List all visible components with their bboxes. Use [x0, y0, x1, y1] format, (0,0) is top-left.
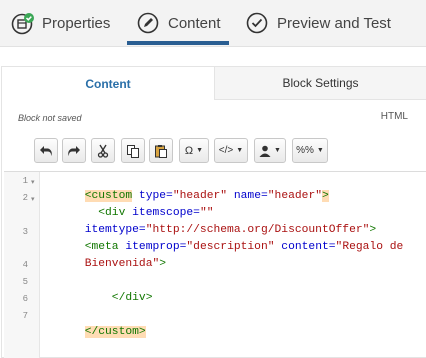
personalize-dropdown[interactable]: ▼ — [254, 138, 286, 163]
line-number: 4 — [22, 260, 28, 270]
code-token: </div> — [84, 292, 153, 304]
line-number: 1 — [22, 176, 28, 186]
code-line-7: </custom> — [44, 310, 146, 338]
fold-arrow-icon[interactable]: ▾ — [31, 195, 35, 204]
caret-down-icon: ▼ — [236, 147, 244, 154]
step-content-label: Content — [168, 14, 221, 32]
code-token: > — [159, 258, 167, 270]
properties-check-icon — [11, 12, 34, 35]
line-number: 7 — [22, 311, 28, 321]
omega-icon: Ω — [184, 144, 194, 157]
caret-down-icon: ▼ — [274, 147, 281, 154]
code-token: "description" — [186, 241, 275, 253]
variables-dropdown[interactable]: %% ▼ — [292, 138, 328, 163]
copy-button[interactable] — [121, 138, 145, 163]
tab-block-settings[interactable]: Block Settings — [214, 67, 426, 100]
check-circle-icon — [246, 12, 268, 34]
person-icon — [259, 145, 271, 157]
code-token: Bienvenida" — [84, 258, 160, 270]
cut-icon — [97, 144, 109, 158]
fold-arrow-icon[interactable]: ▾ — [31, 178, 35, 187]
code-line-5: </div> — [44, 276, 153, 304]
redo-icon — [68, 145, 80, 156]
subtabs: Content Block Settings — [2, 67, 426, 100]
redo-button[interactable] — [62, 138, 86, 163]
caret-down-icon: ▼ — [196, 147, 204, 154]
undo-icon — [40, 145, 52, 156]
special-characters-dropdown[interactable]: Ω ▼ — [179, 138, 209, 163]
line-number: 2 — [22, 193, 28, 203]
code-line-2-wrap: itemtype="http://schema.org/DiscountOffe… — [44, 208, 377, 236]
editor-mode-label: HTML — [380, 111, 408, 122]
code-token: content= — [274, 241, 336, 253]
code-token: name= — [227, 190, 268, 202]
pencil-icon — [137, 12, 159, 34]
percent-icon: %% — [296, 145, 314, 156]
code-token: "header" — [267, 190, 322, 202]
step-content[interactable]: Content — [137, 0, 221, 46]
code-line-2: <div itemscope="" — [44, 191, 213, 219]
code-line-1: <custom type="header" name="header"> — [44, 174, 329, 202]
undo-button[interactable] — [34, 138, 58, 163]
step-preview-and-test[interactable]: Preview and Test — [246, 0, 391, 46]
line-number: 5 — [22, 277, 28, 287]
code-line-3: <meta itemprop="description" content="Re… — [44, 225, 404, 253]
tab-content[interactable]: Content — [2, 67, 214, 100]
code-token: > — [322, 190, 329, 202]
line-number: 3 — [22, 227, 28, 237]
active-step-indicator — [127, 41, 229, 45]
code-line-3-wrap: Bienvenida"> — [44, 242, 166, 270]
code-token: "Regalo de — [335, 241, 404, 253]
paste-button[interactable] — [149, 138, 173, 163]
paste-icon — [155, 144, 167, 158]
step-preview-label: Preview and Test — [277, 14, 391, 32]
cut-button[interactable] — [91, 138, 115, 163]
line-number-gutter: 1 ▾ 2 ▾ 3 4 5 6 7 — [4, 172, 40, 358]
code-editor[interactable]: 1 ▾ 2 ▾ 3 4 5 6 7 <custom type="header" … — [4, 171, 426, 358]
line-number: 6 — [22, 294, 28, 304]
code-icon: </> — [218, 145, 234, 156]
copy-icon — [127, 144, 139, 158]
code-token: </custom> — [84, 326, 146, 338]
save-status: Block not saved — [18, 113, 82, 123]
step-properties[interactable]: Properties — [11, 0, 110, 46]
wizard-steps: Properties Content Preview and Test — [0, 0, 426, 47]
caret-down-icon: ▼ — [316, 147, 324, 154]
step-properties-label: Properties — [42, 14, 111, 32]
source-code-dropdown[interactable]: </> ▼ — [214, 138, 248, 163]
